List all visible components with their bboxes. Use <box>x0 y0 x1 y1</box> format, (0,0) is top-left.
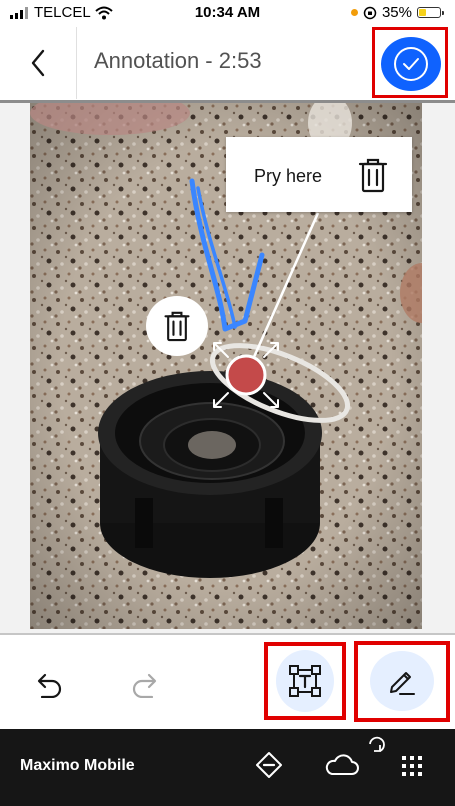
page-title: Annotation - 2:53 <box>94 48 262 73</box>
callout-text[interactable]: Pry here <box>254 166 322 187</box>
trash-icon <box>358 158 388 193</box>
text-tool-button[interactable] <box>276 650 334 712</box>
cloud-sync-icon <box>325 736 385 775</box>
diamond-minus-icon <box>256 752 282 778</box>
location-dot-icon <box>350 9 358 16</box>
app-brand: Maximo Mobile <box>20 757 135 774</box>
pen-tool-button[interactable] <box>370 651 434 711</box>
undo-button[interactable] <box>26 665 70 705</box>
app-grid-icon <box>402 756 422 776</box>
shape-delete-button[interactable] <box>146 296 208 356</box>
chevron-left-icon <box>31 49 45 77</box>
trash-icon <box>164 311 190 342</box>
checkmark-icon <box>394 47 428 81</box>
diamond-minus-button[interactable] <box>254 750 284 780</box>
back-button[interactable] <box>0 27 77 99</box>
callout-delete-button[interactable] <box>356 156 390 194</box>
app-grid-button[interactable] <box>398 752 426 780</box>
status-right: 35% <box>350 4 444 21</box>
redo-button[interactable] <box>124 665 168 705</box>
redo-icon <box>132 673 157 698</box>
undo-icon <box>37 673 62 698</box>
sync-button[interactable] <box>322 734 392 784</box>
battery-icon <box>417 7 444 18</box>
confirm-button[interactable] <box>381 37 441 91</box>
battery-percent: 35% <box>381 4 412 21</box>
pen-icon <box>390 672 415 695</box>
text-box-icon <box>289 665 321 697</box>
orientation-lock-icon <box>363 6 377 19</box>
